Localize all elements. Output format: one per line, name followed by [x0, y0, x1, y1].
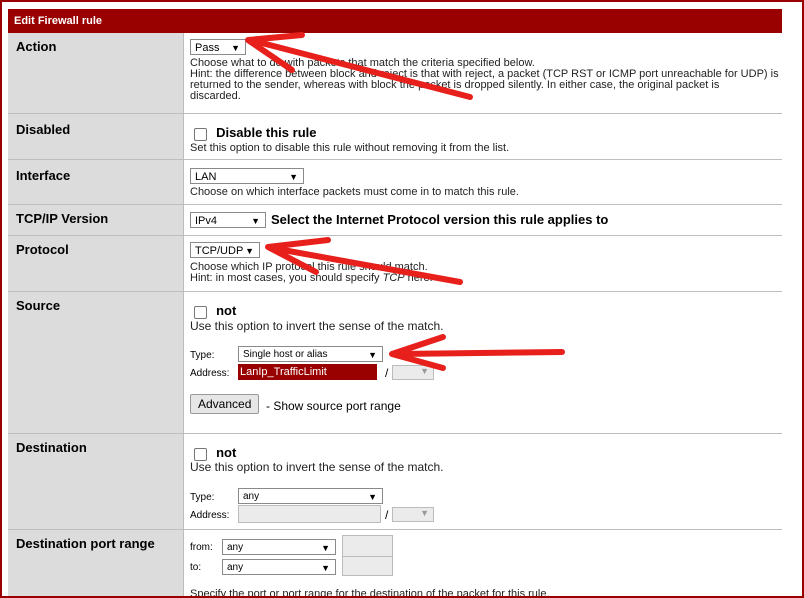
interface-row: Interface LAN ▼ Choose on which interfac… [8, 160, 782, 205]
protocol-hint-suffix: here. [404, 272, 433, 284]
dest-port-to-label: to: [190, 562, 202, 573]
source-content: not Use this option to invert the sense … [190, 292, 782, 433]
chevron-down-icon: ▼ [368, 492, 377, 502]
source-label: Source [8, 292, 184, 433]
disable-rule-checkbox-wrap: Disable this rule [194, 125, 316, 141]
chevron-down-icon: ▼ [321, 543, 330, 553]
interface-label: Interface [8, 160, 184, 204]
action-hint: Choose what to do with packets that matc… [190, 58, 780, 102]
chevron-down-icon: ▼ [251, 216, 260, 226]
action-label: Action [8, 33, 184, 113]
tcpip-select[interactable]: IPv4 ▼ [190, 212, 266, 228]
source-type-value: Single host or alias [243, 349, 328, 360]
tcpip-label: TCP/IP Version [8, 205, 184, 235]
chevron-down-icon: ▼ [289, 172, 298, 182]
dest-port-label: Destination port range [8, 530, 184, 596]
source-type-label: Type: [190, 350, 215, 361]
dest-port-from-select[interactable]: any ▼ [222, 539, 336, 555]
chevron-down-icon: ▼ [420, 508, 429, 518]
source-advanced-button[interactable]: Advanced [190, 394, 260, 414]
destination-mask-select[interactable]: ▼ [392, 507, 434, 522]
source-row: Source not Use this option to invert the… [8, 292, 782, 434]
dest-port-content: from: any ▼ to: any ▼ Specify the port o… [190, 530, 782, 598]
protocol-hint-em: TCP [382, 272, 405, 284]
interface-content: LAN ▼ Choose on which interface packets … [190, 160, 782, 204]
action-row: Action Pass ▼ Choose what to do with pac… [8, 33, 782, 114]
protocol-select[interactable]: TCP/UDP ▼ [190, 242, 260, 258]
disable-rule-label: Disable this rule [216, 125, 317, 140]
action-content: Pass ▼ Choose what to do with packets th… [190, 33, 782, 113]
tcpip-select-value: IPv4 [195, 215, 218, 227]
action-select[interactable]: Pass ▼ [190, 39, 246, 55]
dest-port-from-value: any [227, 542, 244, 553]
chevron-down-icon: ▼ [245, 246, 254, 256]
protocol-row: Protocol TCP/UDP ▼ Choose which IP proto… [8, 236, 782, 292]
source-slash: / [385, 366, 389, 380]
disabled-content: Disable this rule Set this option to dis… [190, 114, 782, 159]
destination-type-value: any [243, 491, 260, 502]
destination-address-label: Address: [190, 510, 230, 521]
dest-port-to-value: any [227, 562, 244, 573]
source-not-hint: Use this option to invert the sense of t… [190, 319, 444, 333]
destination-row: Destination not Use this option to inver… [8, 434, 782, 530]
protocol-hint-prefix: Hint: in most cases, you should specify [190, 272, 383, 284]
source-not-label: not [216, 303, 237, 318]
disabled-label: Disabled [8, 114, 184, 159]
protocol-hint-line2: Hint: in most cases, you should specify … [190, 273, 433, 284]
dest-port-to-select[interactable]: any ▼ [222, 559, 336, 575]
dest-port-to-custom[interactable] [342, 556, 393, 576]
source-mask-select[interactable]: ▼ [392, 365, 434, 380]
protocol-content: TCP/UDP ▼ Choose which IP protocol this … [190, 236, 782, 291]
source-not-checkbox[interactable] [194, 305, 207, 319]
source-type-select[interactable]: Single host or alias ▼ [238, 346, 383, 362]
destination-slash: / [385, 508, 389, 522]
source-advanced-text: - Show source port range [266, 399, 401, 413]
action-hint-line2: returned to the sender, whereas with blo… [190, 79, 720, 91]
destination-label: Destination [8, 434, 184, 529]
destination-not-checkbox[interactable] [194, 447, 207, 461]
tcpip-note: Select the Internet Protocol version thi… [271, 212, 609, 227]
dest-port-row: Destination port range from: any ▼ to: a… [8, 530, 782, 598]
protocol-label: Protocol [8, 236, 184, 291]
panel-title: Edit Firewall rule [8, 9, 782, 33]
action-select-value: Pass [195, 42, 220, 54]
action-hint-line3: discarded. [190, 90, 241, 102]
disable-rule-checkbox[interactable] [194, 127, 207, 141]
interface-select[interactable]: LAN ▼ [190, 168, 304, 184]
destination-type-label: Type: [190, 492, 215, 503]
source-address-input[interactable]: LanIp_TrafficLimit [238, 364, 377, 380]
chevron-down-icon: ▼ [368, 350, 377, 360]
tcpip-row: TCP/IP Version IPv4 ▼ Select the Interne… [8, 205, 782, 236]
disabled-row: Disabled Disable this rule Set this opti… [8, 114, 782, 160]
protocol-select-value: TCP/UDP [195, 245, 244, 257]
dest-port-from-label: from: [190, 542, 213, 553]
dest-port-hint: Specify the port or port range for the d… [190, 588, 550, 598]
destination-type-select[interactable]: any ▼ [238, 488, 383, 504]
disabled-hint: Set this option to disable this rule wit… [190, 142, 510, 154]
protocol-hint: Choose which IP protocol this rule shoul… [190, 262, 433, 284]
interface-select-value: LAN [195, 171, 217, 183]
source-not-wrap: not [194, 303, 236, 319]
interface-hint: Choose on which interface packets must c… [190, 186, 519, 198]
chevron-down-icon: ▼ [231, 43, 240, 53]
destination-not-wrap: not [194, 445, 236, 461]
destination-content: not Use this option to invert the sense … [190, 434, 782, 529]
chevron-down-icon: ▼ [321, 563, 330, 573]
chevron-down-icon: ▼ [420, 366, 429, 376]
dest-port-from-custom[interactable] [342, 535, 393, 557]
destination-not-label: not [216, 445, 237, 460]
tcpip-content: IPv4 ▼ Select the Internet Protocol vers… [190, 205, 782, 235]
firewall-rule-frame: Edit Firewall rule Action Pass ▼ Choose … [0, 0, 804, 598]
destination-not-hint: Use this option to invert the sense of t… [190, 460, 444, 474]
source-address-label: Address: [190, 368, 230, 379]
destination-address-input[interactable] [238, 505, 381, 523]
